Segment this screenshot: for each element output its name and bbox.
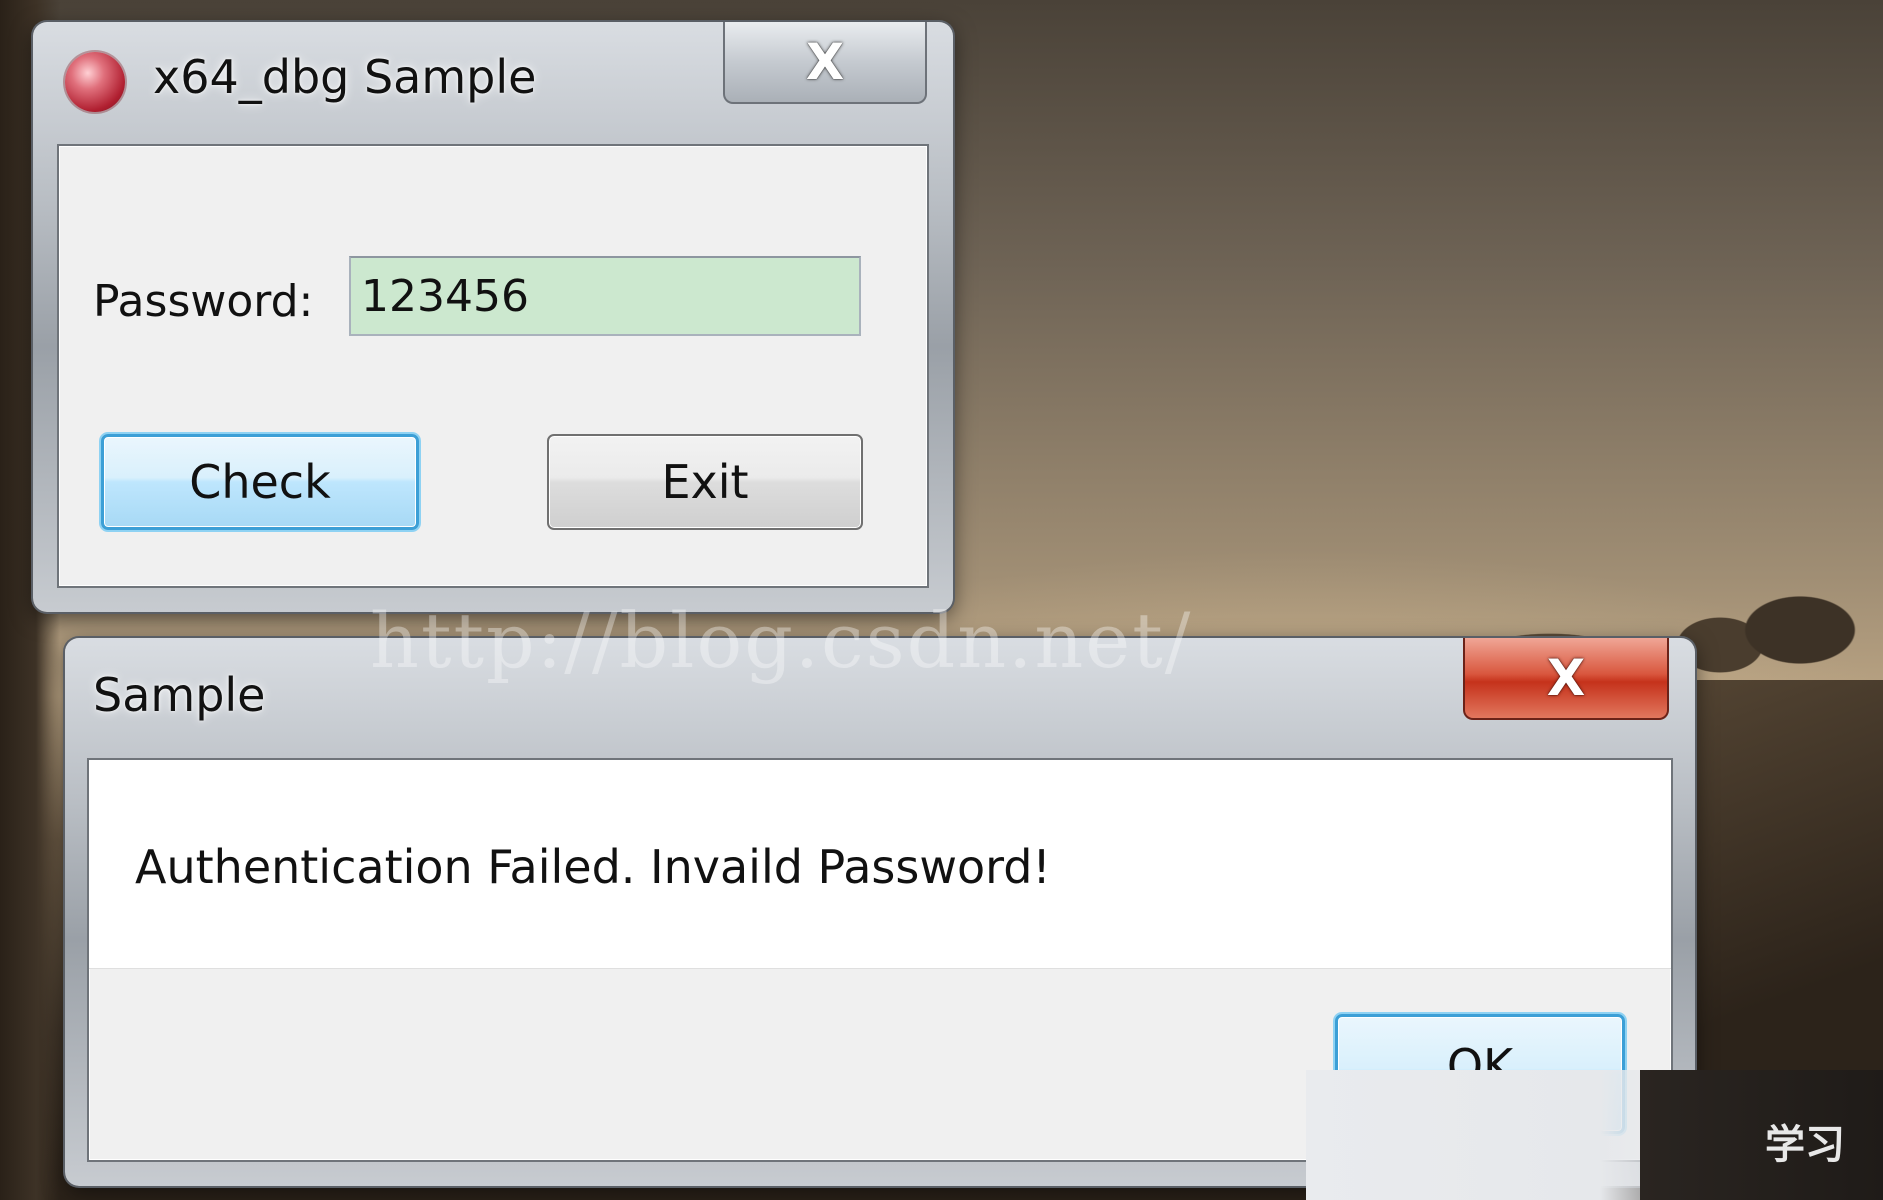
desktop-background: x64_dbg Sample X Password: Check Exit Sa… xyxy=(0,0,1883,1200)
error-message: Authentication Failed. Invaild Password! xyxy=(135,840,1051,894)
main-window: x64_dbg Sample X Password: Check Exit xyxy=(33,22,953,612)
message-box-title: Sample xyxy=(93,668,266,722)
corner-dark-patch xyxy=(1640,1070,1883,1200)
corner-watermark-text: 学习 xyxy=(1765,1122,1845,1168)
main-window-close-button[interactable]: X xyxy=(723,22,927,104)
app-icon xyxy=(65,52,125,112)
message-box-body: Authentication Failed. Invaild Password! xyxy=(89,760,1671,969)
close-icon: X xyxy=(805,33,845,91)
main-window-client-area: Password: Check Exit xyxy=(57,144,929,588)
close-icon: X xyxy=(1546,649,1586,707)
exit-button[interactable]: Exit xyxy=(547,434,863,530)
watermark-text: http://blog.csdn.net/ xyxy=(370,596,1193,685)
check-button[interactable]: Check xyxy=(101,434,419,530)
main-window-titlebar[interactable]: x64_dbg Sample X xyxy=(33,22,953,144)
main-window-title: x64_dbg Sample xyxy=(153,50,537,104)
password-input[interactable] xyxy=(349,256,861,336)
message-box-close-button[interactable]: X xyxy=(1463,638,1669,720)
password-label: Password: xyxy=(93,276,314,327)
